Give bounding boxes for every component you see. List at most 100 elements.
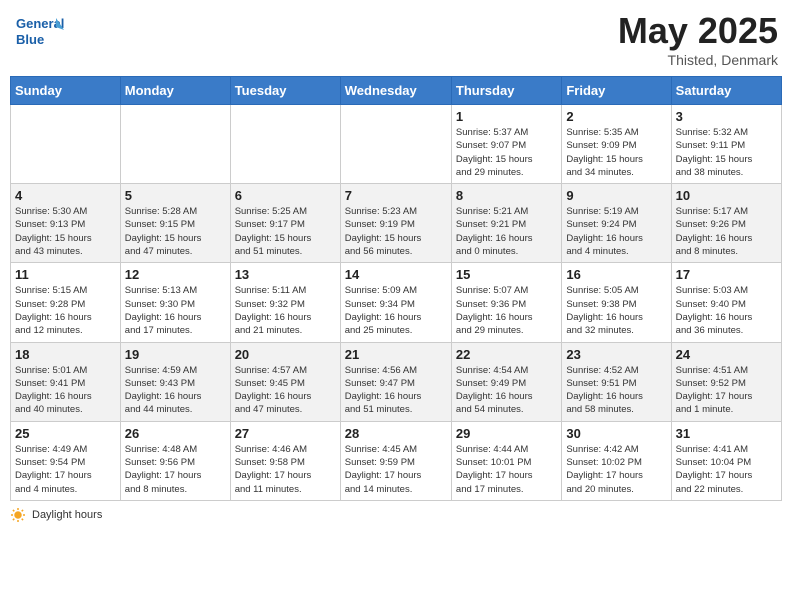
calendar-day-header: Saturday [671,77,781,105]
day-number: 22 [456,347,557,362]
day-number: 13 [235,267,336,282]
calendar-day-cell: 14Sunrise: 5:09 AM Sunset: 9:34 PM Dayli… [340,263,451,342]
calendar-location: Thisted, Denmark [618,52,778,68]
calendar-day-cell: 2 Sunrise: 5:35 AM Sunset: 9:09 PM Daylig… [562,105,671,184]
day-number: 28 [345,426,447,441]
calendar-day-cell: 30 Sunrise: 4:42 AM Sunset: 10:02 PM Dayl… [562,421,671,500]
day-info: Sunrise: 5:03 AM Sunset: 9:40 PM Dayligh… [676,284,777,337]
day-number: 20 [235,347,336,362]
day-number: 19 [125,347,226,362]
calendar-day-cell: 26Sunrise: 4:48 AM Sunset: 9:56 PM Dayli… [120,421,230,500]
calendar-day-header: Sunday [11,77,121,105]
calendar-day-cell: 7 Sunrise: 5:23 AM Sunset: 9:19 PM Daylig… [340,184,451,263]
calendar-day-cell: 6 Sunrise: 5:25 AM Sunset: 9:17 PM Daylig… [230,184,340,263]
day-info: Sunrise: 4:51 AM Sunset: 9:52 PM Dayligh… [676,364,777,417]
calendar-table: SundayMondayTuesdayWednesdayThursdayFrid… [10,76,782,501]
calendar-title: May 2025 [618,10,778,52]
calendar-week-row: 11Sunrise: 5:15 AM Sunset: 9:28 PM Dayli… [11,263,782,342]
day-info: Sunrise: 5:30 AM Sunset: 9:13 PM Dayligh… [15,205,116,258]
day-number: 7 [345,188,447,203]
calendar-day-cell: 3Sunrise: 5:32 AM Sunset: 9:11 PM Daylig… [671,105,781,184]
calendar-day-header: Thursday [451,77,561,105]
calendar-day-cell: 25 Sunrise: 4:49 AM Sunset: 9:54 PM Dayli… [11,421,121,500]
calendar-day-cell: 22 Sunrise: 4:54 AM Sunset: 9:49 PM Dayli… [451,342,561,421]
day-number: 9 [566,188,666,203]
calendar-day-cell: 13 Sunrise: 5:11 AM Sunset: 9:32 PM Dayli… [230,263,340,342]
calendar-day-cell: 17Sunrise: 5:03 AM Sunset: 9:40 PM Dayli… [671,263,781,342]
day-number: 16 [566,267,666,282]
day-info: Sunrise: 5:05 AM Sunset: 9:38 PM Dayligh… [566,284,666,337]
day-info: Sunrise: 4:41 AM Sunset: 10:04 PM Daylig… [676,443,777,496]
day-number: 24 [676,347,777,362]
calendar-day-cell: 23 Sunrise: 4:52 AM Sunset: 9:51 PM Dayli… [562,342,671,421]
day-info: Sunrise: 4:49 AM Sunset: 9:54 PM Dayligh… [15,443,116,496]
svg-text:Blue: Blue [16,32,44,47]
calendar-day-cell: 19 Sunrise: 4:59 AM Sunset: 9:43 PM Dayli… [120,342,230,421]
day-info: Sunrise: 4:59 AM Sunset: 9:43 PM Dayligh… [125,364,226,417]
title-block: May 2025 Thisted, Denmark [618,10,778,68]
calendar-week-row: 4 Sunrise: 5:30 AM Sunset: 9:13 PM Daylig… [11,184,782,263]
calendar-day-cell: 16 Sunrise: 5:05 AM Sunset: 9:38 PM Dayli… [562,263,671,342]
day-info: Sunrise: 5:21 AM Sunset: 9:21 PM Dayligh… [456,205,557,258]
day-info: Sunrise: 5:07 AM Sunset: 9:36 PM Dayligh… [456,284,557,337]
day-number: 25 [15,426,116,441]
calendar-day-cell: 24 Sunrise: 4:51 AM Sunset: 9:52 PM Dayli… [671,342,781,421]
day-number: 4 [15,188,116,203]
day-info: Sunrise: 5:37 AM Sunset: 9:07 PM Dayligh… [456,126,557,179]
day-info: Sunrise: 4:42 AM Sunset: 10:02 PM Daylig… [566,443,666,496]
calendar-day-cell: 18 Sunrise: 5:01 AM Sunset: 9:41 PM Dayli… [11,342,121,421]
day-info: Sunrise: 5:35 AM Sunset: 9:09 PM Dayligh… [566,126,666,179]
day-info: Sunrise: 4:54 AM Sunset: 9:49 PM Dayligh… [456,364,557,417]
day-info: Sunrise: 4:52 AM Sunset: 9:51 PM Dayligh… [566,364,666,417]
day-info: Sunrise: 4:44 AM Sunset: 10:01 PM Daylig… [456,443,557,496]
calendar-day-cell: 15Sunrise: 5:07 AM Sunset: 9:36 PM Dayli… [451,263,561,342]
calendar-header-row: SundayMondayTuesdayWednesdayThursdayFrid… [11,77,782,105]
day-info: Sunrise: 5:23 AM Sunset: 9:19 PM Dayligh… [345,205,447,258]
day-number: 2 [566,109,666,124]
day-number: 21 [345,347,447,362]
day-number: 29 [456,426,557,441]
day-info: Sunrise: 4:56 AM Sunset: 9:47 PM Dayligh… [345,364,447,417]
day-info: Sunrise: 5:28 AM Sunset: 9:15 PM Dayligh… [125,205,226,258]
day-number: 11 [15,267,116,282]
logo-svg: General Blue [14,10,64,54]
calendar-day-cell: 29 Sunrise: 4:44 AM Sunset: 10:01 PM Dayl… [451,421,561,500]
calendar-day-header: Monday [120,77,230,105]
day-number: 8 [456,188,557,203]
day-info: Sunrise: 4:46 AM Sunset: 9:58 PM Dayligh… [235,443,336,496]
day-info: Sunrise: 4:57 AM Sunset: 9:45 PM Dayligh… [235,364,336,417]
calendar-day-cell: 27Sunrise: 4:46 AM Sunset: 9:58 PM Dayli… [230,421,340,500]
day-info: Sunrise: 5:13 AM Sunset: 9:30 PM Dayligh… [125,284,226,337]
calendar-day-cell: 11Sunrise: 5:15 AM Sunset: 9:28 PM Dayli… [11,263,121,342]
day-info: Sunrise: 4:45 AM Sunset: 9:59 PM Dayligh… [345,443,447,496]
calendar-day-cell: 20 Sunrise: 4:57 AM Sunset: 9:45 PM Dayli… [230,342,340,421]
calendar-day-cell: 9 Sunrise: 5:19 AM Sunset: 9:24 PM Daylig… [562,184,671,263]
calendar-day-cell [120,105,230,184]
calendar-day-cell: 1 Sunrise: 5:37 AM Sunset: 9:07 PM Daylig… [451,105,561,184]
day-number: 12 [125,267,226,282]
day-number: 6 [235,188,336,203]
calendar-week-row: 25 Sunrise: 4:49 AM Sunset: 9:54 PM Dayli… [11,421,782,500]
logo: General Blue [14,10,64,54]
calendar-day-cell: 31Sunrise: 4:41 AM Sunset: 10:04 PM Dayl… [671,421,781,500]
calendar-day-cell: 12 Sunrise: 5:13 AM Sunset: 9:30 PM Dayli… [120,263,230,342]
day-info: Sunrise: 5:32 AM Sunset: 9:11 PM Dayligh… [676,126,777,179]
day-number: 23 [566,347,666,362]
calendar-day-header: Friday [562,77,671,105]
day-info: Sunrise: 5:01 AM Sunset: 9:41 PM Dayligh… [15,364,116,417]
day-number: 30 [566,426,666,441]
day-number: 10 [676,188,777,203]
calendar-day-cell: 4 Sunrise: 5:30 AM Sunset: 9:13 PM Daylig… [11,184,121,263]
calendar-day-cell: 10Sunrise: 5:17 AM Sunset: 9:26 PM Dayli… [671,184,781,263]
day-number: 1 [456,109,557,124]
day-info: Sunrise: 5:25 AM Sunset: 9:17 PM Dayligh… [235,205,336,258]
day-info: Sunrise: 5:11 AM Sunset: 9:32 PM Dayligh… [235,284,336,337]
calendar-day-cell: 8 Sunrise: 5:21 AM Sunset: 9:21 PM Daylig… [451,184,561,263]
calendar-day-cell [11,105,121,184]
day-number: 5 [125,188,226,203]
page-header: General Blue May 2025 Thisted, Denmark [10,10,782,68]
calendar-day-header: Wednesday [340,77,451,105]
sun-icon [10,507,26,523]
day-number: 18 [15,347,116,362]
day-info: Sunrise: 5:19 AM Sunset: 9:24 PM Dayligh… [566,205,666,258]
